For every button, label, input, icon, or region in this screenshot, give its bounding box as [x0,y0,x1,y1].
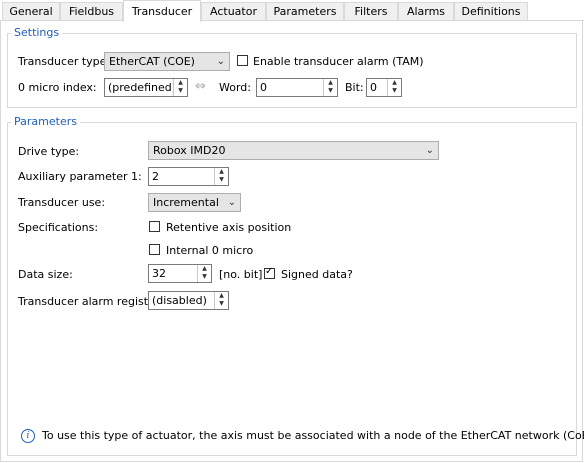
aux-param-spinner[interactable]: 2 ▲ ▼ [148,167,229,186]
chevron-down-icon: ⌄ [227,197,236,208]
transducer-type-value: EtherCAT (COE) [109,55,195,68]
data-size-unit: [no. bit] [219,268,263,281]
tab-definitions[interactable]: Definitions [454,2,528,20]
alarm-register-label: Transducer alarm register: [18,295,163,308]
up-arrow-icon: ▲ [202,265,207,272]
enable-alarm-label: Enable transducer alarm (TAM) [253,55,424,68]
word-label: Word: [219,81,251,94]
transducer-type-select[interactable]: EtherCAT (COE) ⌄ [104,52,230,71]
up-arrow-icon: ▲ [219,168,224,175]
alarm-register-spinner[interactable]: (disabled) ▲ ▼ [148,291,229,310]
data-size-label: Data size: [18,268,73,281]
chevron-down-icon: ⌄ [216,56,225,67]
tab-general[interactable]: General [2,2,60,20]
chevron-down-icon: ⌄ [425,145,434,156]
spinner-buttons[interactable]: ▲ ▼ [323,79,337,96]
spinner-buttons[interactable]: ▲ ▼ [214,168,228,185]
tab-actuator[interactable]: Actuator [201,2,266,20]
tab-alarms[interactable]: Alarms [398,2,454,20]
tab-filters[interactable]: Filters [344,2,398,20]
down-arrow-icon: ▼ [392,87,397,94]
transducer-use-value: Incremental [153,196,219,209]
down-arrow-icon: ▼ [328,87,333,94]
data-size-spinner[interactable]: 32 ▲ ▼ [148,264,212,283]
zero-micro-value: (predefined) [108,81,177,94]
bit-value: 0 [370,81,377,94]
up-arrow-icon: ▲ [392,79,397,86]
internal-zero-checkbox[interactable] [149,244,160,255]
spinner-buttons[interactable]: ▲ ▼ [197,265,211,282]
spinner-buttons[interactable]: ▲ ▼ [173,79,187,96]
specifications-label: Specifications: [18,221,99,234]
down-arrow-icon: ▼ [219,176,224,183]
alarm-register-value: (disabled) [152,294,207,307]
spinner-buttons[interactable]: ▲ ▼ [214,292,228,309]
drive-type-select[interactable]: Robox IMD20 ⌄ [148,141,439,160]
transducer-type-label: Transducer type: [18,55,111,68]
bit-label: Bit: [345,81,364,94]
enable-alarm-checkbox[interactable] [237,55,248,66]
up-arrow-icon: ▲ [219,292,224,299]
info-text: To use this type of actuator, the axis m… [42,429,584,442]
aux-param-value: 2 [152,170,159,183]
info-icon: i [21,429,35,443]
bit-spinner[interactable]: 0 ▲ ▼ [366,78,402,97]
aux-param-label: Auxiliary parameter 1: [18,170,142,183]
word-value: 0 [260,81,267,94]
drive-type-value: Robox IMD20 [153,144,226,157]
up-arrow-icon: ▲ [328,79,333,86]
zero-micro-spinner[interactable]: (predefined) ▲ ▼ [104,78,188,97]
retentive-checkbox[interactable] [149,221,160,232]
transducer-use-select[interactable]: Incremental ⌄ [148,193,241,212]
settings-title: Settings [11,26,63,39]
drive-type-label: Drive type: [18,145,80,158]
zero-micro-label: 0 micro index: [18,81,97,94]
spinner-buttons[interactable]: ▲ ▼ [387,79,401,96]
internal-zero-label: Internal 0 micro [166,244,254,257]
up-arrow-icon: ▲ [178,79,183,86]
signed-data-label: Signed data? [281,268,353,281]
down-arrow-icon: ▼ [202,273,207,280]
word-spinner[interactable]: 0 ▲ ▼ [256,78,338,97]
link-arrows-icon: ⇔ [195,79,206,94]
tab-transducer[interactable]: Transducer [123,0,201,22]
data-size-value: 32 [152,267,166,280]
signed-data-checkbox[interactable] [264,266,275,279]
down-arrow-icon: ▼ [178,87,183,94]
transducer-use-label: Transducer use: [18,196,106,209]
tab-parameters[interactable]: Parameters [266,2,344,20]
tab-fieldbus[interactable]: Fieldbus [60,2,123,20]
tab-strip: General Fieldbus Transducer Actuator Par… [0,0,584,22]
parameters-title: Parameters [11,115,80,128]
down-arrow-icon: ▼ [219,300,224,307]
retentive-label: Retentive axis position [166,221,292,234]
